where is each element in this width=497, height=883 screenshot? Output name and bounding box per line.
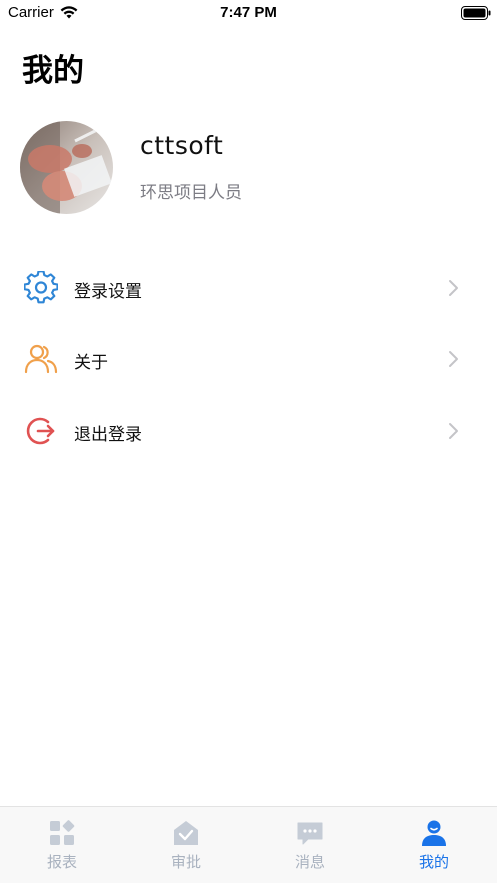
approval-icon [174, 821, 198, 845]
menu-item-logout[interactable]: 退出登录 [0, 402, 497, 462]
menu-item-about[interactable]: 关于 [0, 330, 497, 390]
tab-label: 审批 [170, 853, 201, 871]
screen: Carrier 7:47 PM 我的 cttsoft 环思项目人员 登录设置 关… [0, 0, 497, 883]
menu-item-label: 登录设置 [74, 282, 142, 302]
person-icon [422, 820, 446, 846]
tab-approval[interactable]: 审批 [124, 807, 248, 883]
grid-icon [50, 820, 75, 845]
avatar-photo [20, 121, 113, 214]
tab-mine[interactable]: 我的 [372, 807, 496, 883]
chevron-right-icon [449, 351, 458, 367]
profile-username: cttsoft [140, 131, 224, 160]
status-bar: Carrier 7:47 PM [0, 0, 497, 26]
tab-label: 消息 [294, 853, 325, 871]
tab-messages[interactable]: 消息 [248, 807, 372, 883]
tab-bar: 报表 审批 消息 我的 [0, 806, 497, 883]
avatar[interactable] [20, 121, 113, 214]
menu-item-login-settings[interactable]: 登录设置 [0, 259, 497, 319]
profile-role: 环思项目人员 [140, 183, 242, 203]
chevron-right-icon [449, 423, 458, 439]
users-icon [24, 344, 58, 374]
tab-label: 我的 [418, 853, 449, 871]
tab-reports[interactable]: 报表 [0, 807, 124, 883]
menu-item-label: 关于 [74, 353, 108, 373]
logout-icon [26, 417, 55, 445]
menu-item-label: 退出登录 [74, 425, 142, 445]
page-title: 我的 [22, 53, 84, 89]
gear-icon [24, 271, 58, 304]
tab-label: 报表 [46, 853, 77, 871]
battery-icon [461, 6, 491, 20]
status-time: 7:47 PM [220, 4, 277, 21]
message-icon [297, 822, 323, 845]
chevron-right-icon [449, 280, 458, 296]
